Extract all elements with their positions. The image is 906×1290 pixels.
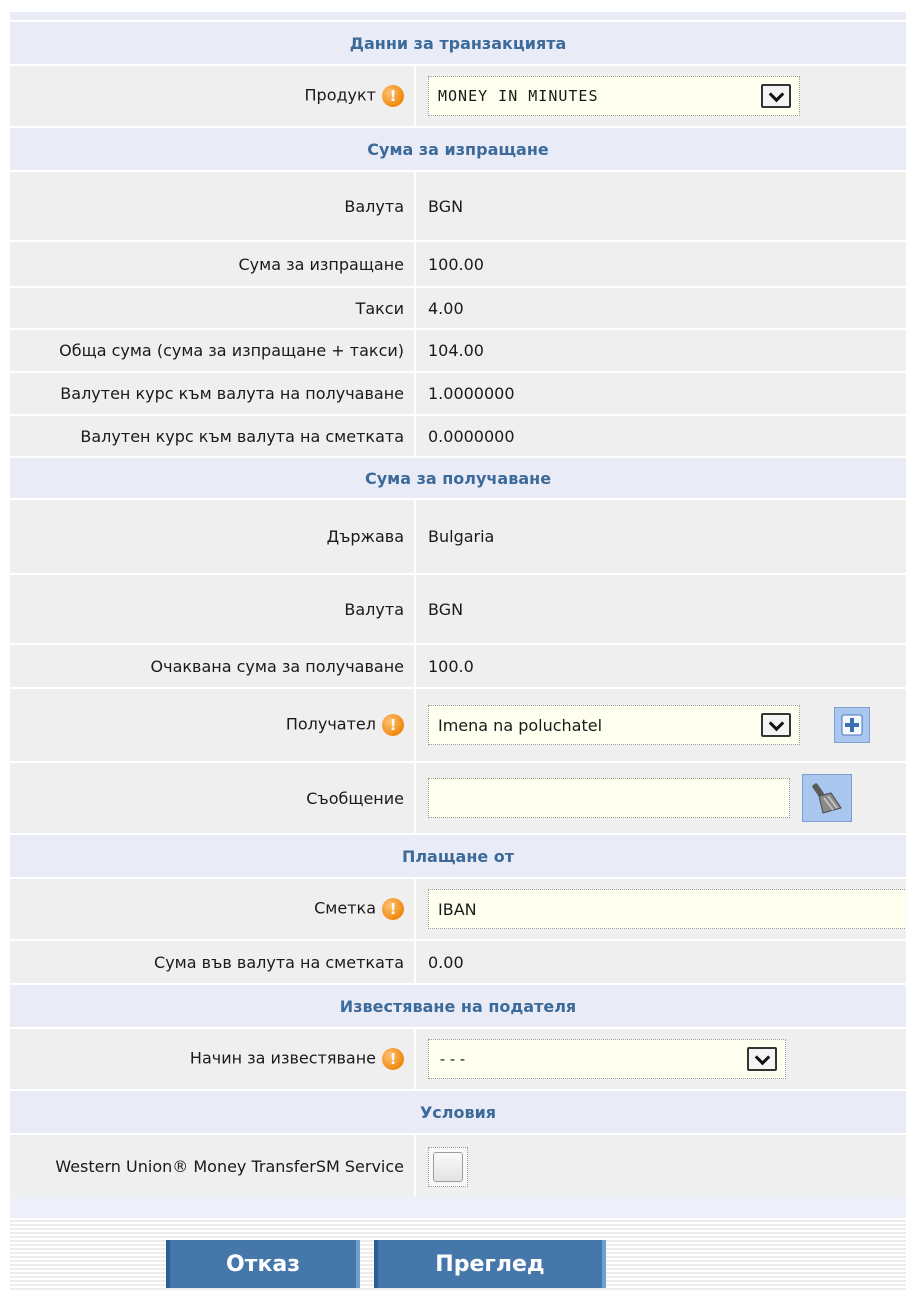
expected-amount-label: Очаквана сума за получаване — [10, 643, 416, 688]
section-header-receive-amount: Сума за получаване — [10, 456, 906, 499]
notification-method-label: Начин за известяване — [189, 1048, 376, 1068]
warning-icon: ! — [382, 85, 404, 107]
fees-row: Такси 4.00 — [10, 286, 906, 329]
fees-value: 4.00 — [415, 286, 906, 329]
send-currency-value: BGN — [415, 170, 906, 241]
notification-method-select[interactable]: --- — [428, 1039, 786, 1079]
account-label: Сметка — [314, 898, 376, 918]
account-row: Сметка! IBAN — [10, 877, 906, 940]
notification-method-value-cell: --- — [415, 1027, 906, 1090]
product-row: Продукт! MONEY IN MINUTES — [10, 64, 906, 127]
section-title: Условия — [10, 1089, 906, 1134]
account-input-value: IBAN — [438, 899, 477, 919]
terms-value-cell — [415, 1133, 906, 1198]
account-label-cell: Сметка! — [10, 877, 416, 940]
country-row: Държава Bulgaria — [10, 498, 906, 574]
account-input[interactable]: IBAN — [428, 889, 906, 929]
rate-receive-label: Валутен курс към валута на получаване — [10, 371, 416, 415]
send-amount-label: Сума за изпращане — [10, 240, 416, 287]
send-amount-row: Сума за изпращане 100.00 — [10, 240, 906, 287]
bottom-strip — [10, 1196, 906, 1218]
total-value: 104.00 — [415, 328, 906, 372]
section-header-notification: Известяване на подателя — [10, 983, 906, 1028]
total-row: Обща сума (сума за изпращане + такси) 10… — [10, 328, 906, 372]
section-title: Известяване на подателя — [10, 983, 906, 1028]
message-label: Съобщение — [10, 761, 416, 834]
cancel-button[interactable]: Отказ — [166, 1240, 360, 1288]
terms-service-label: Western Union® Money TransferSM Service — [10, 1133, 416, 1198]
recipient-label-cell: Получател! — [10, 687, 416, 762]
fees-label: Такси — [10, 286, 416, 329]
product-label: Продукт — [304, 85, 377, 105]
country-label: Държава — [10, 498, 416, 574]
rate-account-label: Валутен курс към валута на сметката — [10, 414, 416, 457]
account-currency-amount-value: 0.00 — [415, 939, 906, 984]
broom-icon — [812, 783, 842, 814]
notification-method-selected-value: --- — [438, 1050, 469, 1068]
rate-account-row: Валутен курс към валута на сметката 0.00… — [10, 414, 906, 457]
section-title: Сума за изпращане — [10, 126, 906, 171]
expected-amount-row: Очаквана сума за получаване 100.0 — [10, 643, 906, 688]
section-header-terms: Условия — [10, 1089, 906, 1134]
section-title: Данни за транзакцията — [10, 20, 906, 65]
recipient-selected-value: Imena na poluchatel — [438, 715, 603, 735]
rate-receive-value: 1.0000000 — [415, 371, 906, 415]
receive-currency-label: Валута — [10, 573, 416, 644]
product-label-cell: Продукт! — [10, 64, 416, 127]
product-selected-value: MONEY IN MINUTES — [438, 87, 599, 105]
section-header-payment-from: Плащане от — [10, 833, 906, 878]
terms-checkbox-box[interactable] — [433, 1151, 463, 1182]
send-amount-value: 100.00 — [415, 240, 906, 287]
rate-account-value: 0.0000000 — [415, 414, 906, 457]
clear-message-button[interactable] — [802, 774, 852, 822]
add-recipient-button[interactable] — [834, 707, 870, 743]
chevron-down-icon[interactable] — [747, 1047, 777, 1071]
product-select[interactable]: MONEY IN MINUTES — [428, 76, 800, 116]
recipient-value-cell: Imena na poluchatel — [415, 687, 906, 762]
send-currency-row: Валута BGN — [10, 170, 906, 241]
chevron-down-icon[interactable] — [761, 713, 791, 737]
account-value-cell: IBAN — [415, 877, 906, 940]
country-value: Bulgaria — [415, 498, 906, 574]
recipient-select[interactable]: Imena na poluchatel — [428, 705, 800, 745]
total-label: Обща сума (сума за изпращане + такси) — [10, 328, 416, 372]
message-value-cell — [415, 761, 906, 834]
message-input[interactable] — [428, 778, 790, 818]
chevron-down-icon[interactable] — [761, 84, 791, 108]
send-currency-label: Валута — [10, 170, 416, 241]
notification-method-row: Начин за известяване! --- — [10, 1027, 906, 1090]
warning-icon: ! — [382, 898, 404, 920]
recipient-label: Получател — [285, 714, 376, 734]
warning-icon: ! — [382, 1048, 404, 1070]
account-currency-amount-row: Сума във валута на сметката 0.00 — [10, 939, 906, 984]
section-header-send-amount: Сума за изпращане — [10, 126, 906, 171]
terms-row: Western Union® Money TransferSM Service — [10, 1133, 906, 1198]
section-title: Сума за получаване — [10, 456, 906, 499]
section-header-transaction: Данни за транзакцията — [10, 20, 906, 65]
review-button[interactable]: Преглед — [374, 1240, 606, 1288]
terms-checkbox[interactable] — [428, 1146, 468, 1187]
plus-icon — [841, 714, 863, 736]
receive-currency-row: Валута BGN — [10, 573, 906, 644]
transaction-form: Данни за транзакцията Продукт! MONEY IN … — [10, 20, 906, 1198]
expected-amount-value: 100.0 — [415, 643, 906, 688]
warning-icon: ! — [382, 714, 404, 736]
account-currency-amount-label: Сума във валута на сметката — [10, 939, 416, 984]
receive-currency-value: BGN — [415, 573, 906, 644]
notification-method-label-cell: Начин за известяване! — [10, 1027, 416, 1090]
section-title: Плащане от — [10, 833, 906, 878]
top-strip — [10, 12, 906, 20]
recipient-row: Получател! Imena na poluchatel — [10, 687, 906, 762]
message-row: Съобщение — [10, 761, 906, 834]
rate-receive-row: Валутен курс към валута на получаване 1.… — [10, 371, 906, 415]
product-value-cell: MONEY IN MINUTES — [415, 64, 906, 127]
